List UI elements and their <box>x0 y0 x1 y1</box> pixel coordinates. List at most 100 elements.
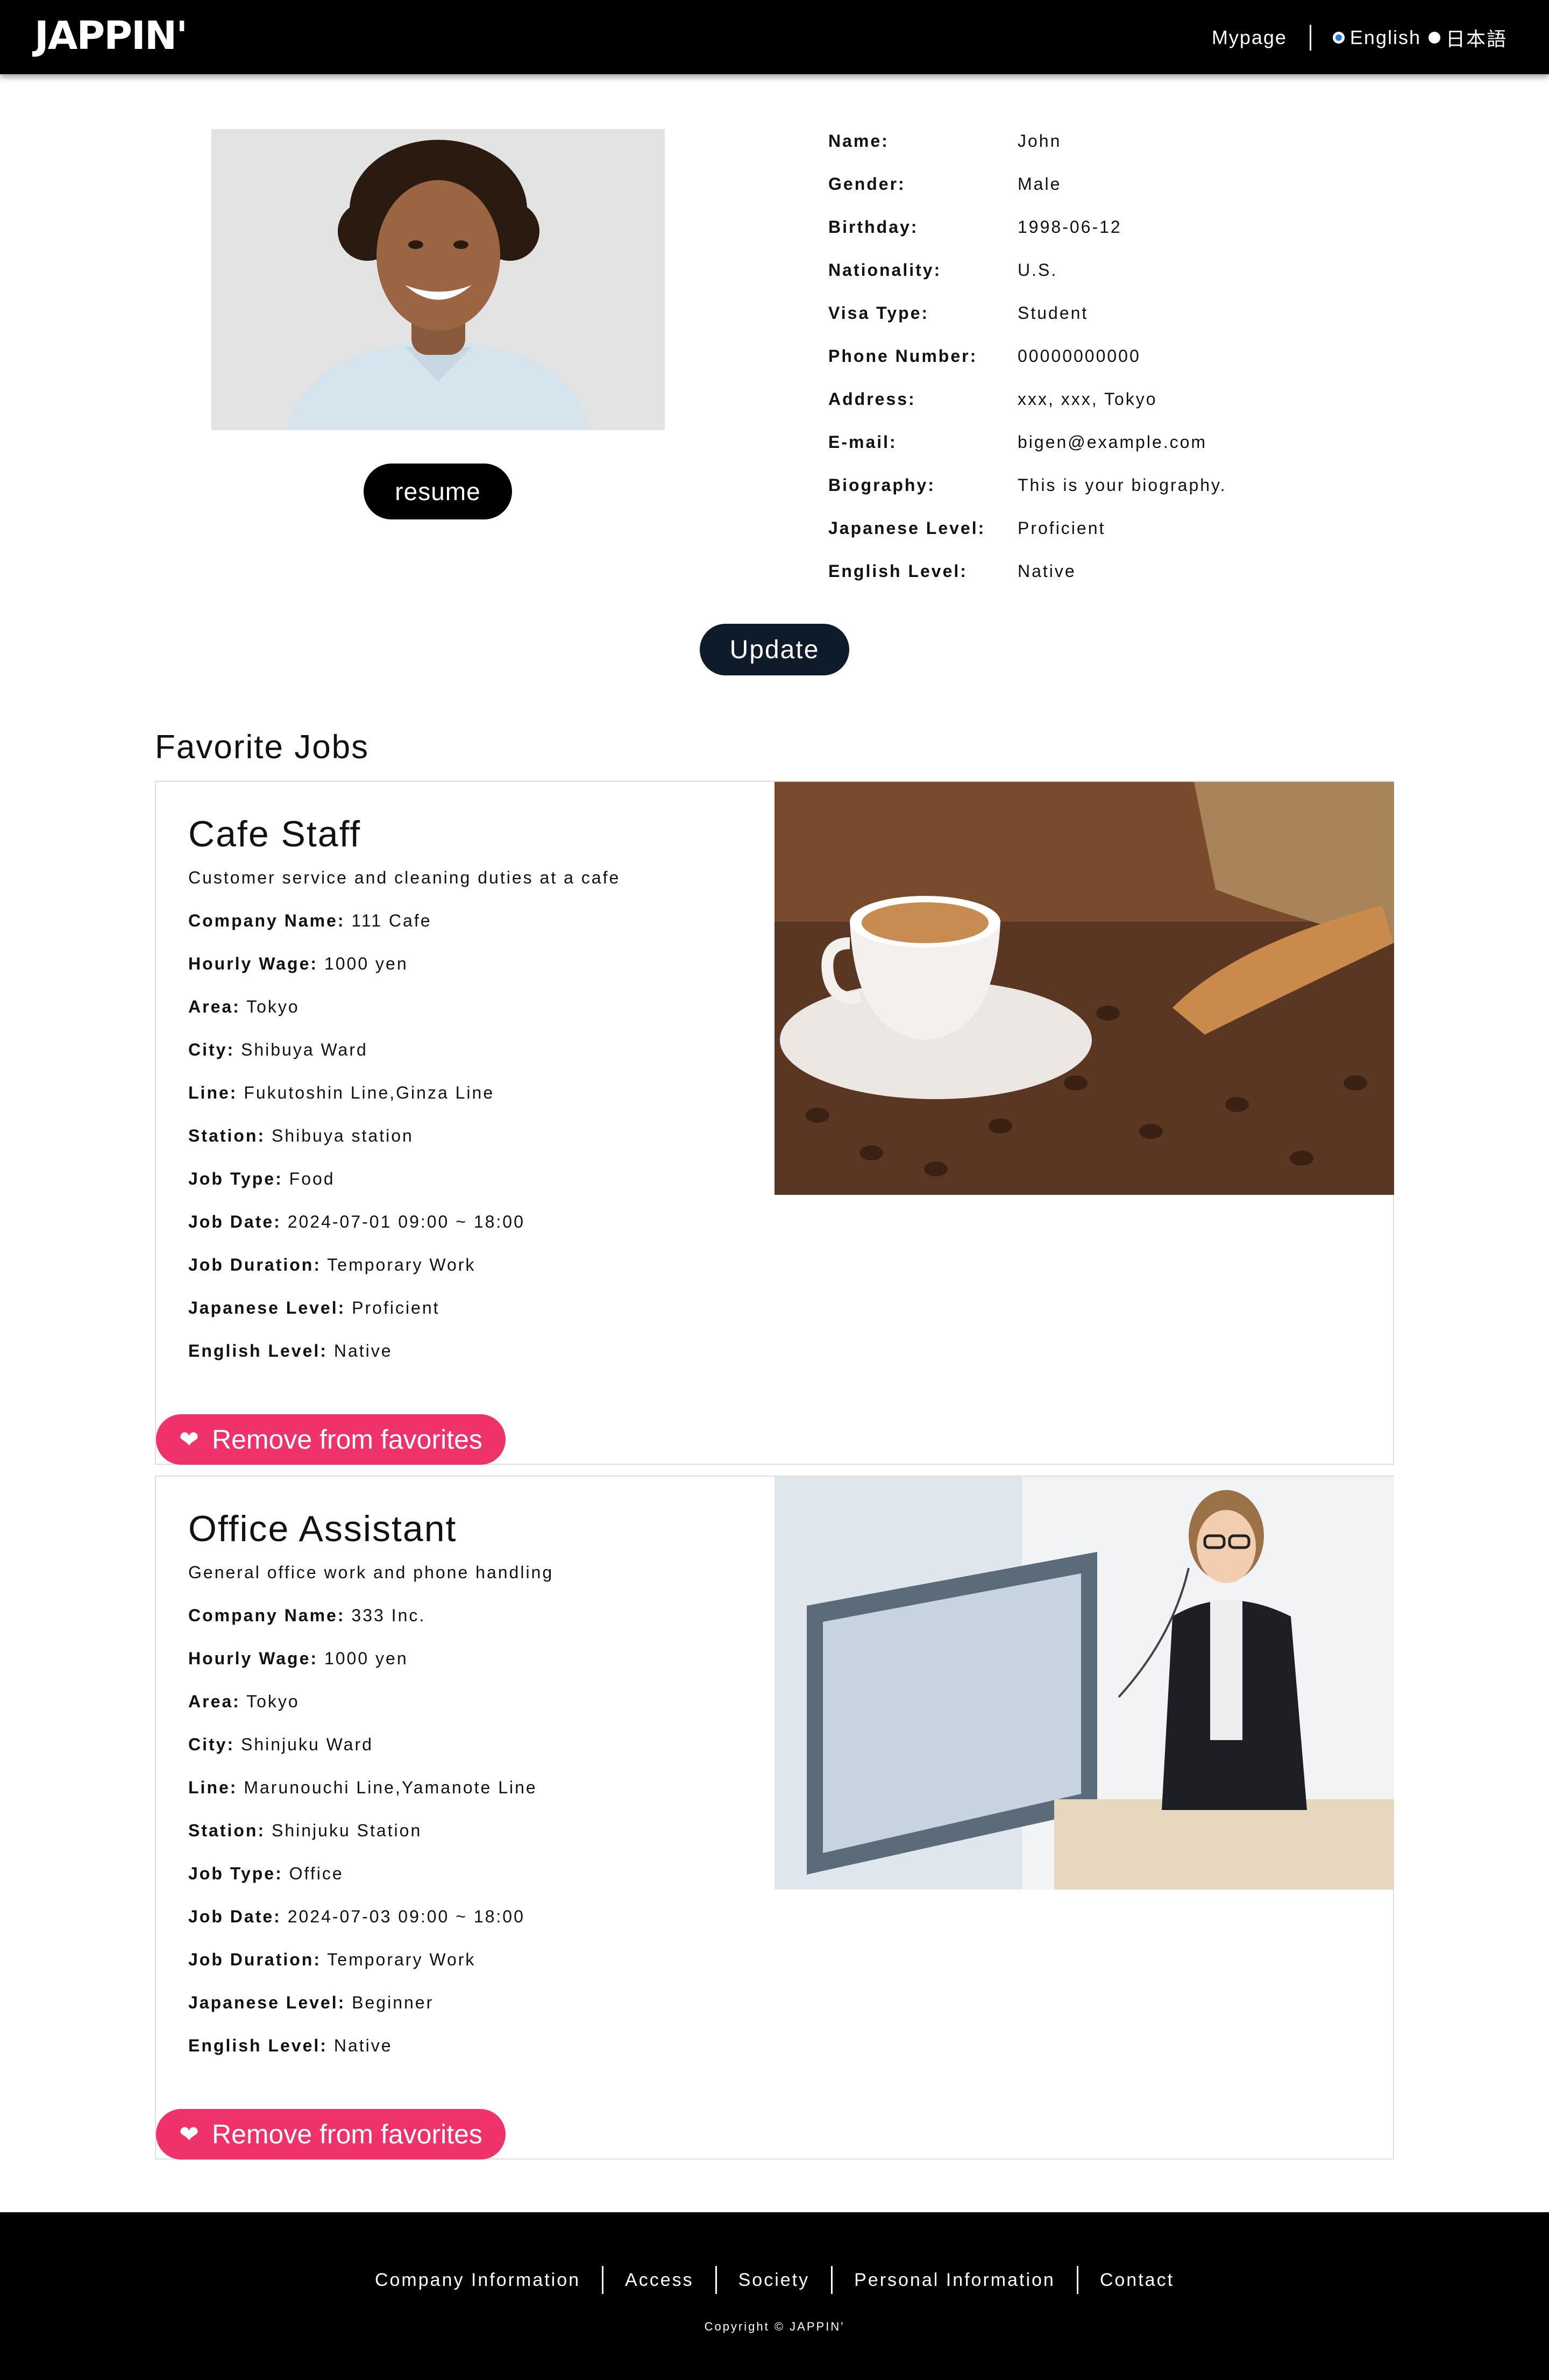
heart-icon: ❤ <box>179 2121 199 2148</box>
info-key: Japanese Level: <box>828 518 986 538</box>
job-description: General office work and phone handling <box>188 1563 554 1582</box>
field-key: Company Name: <box>188 911 345 930</box>
office-worker-illustration <box>774 1477 1394 1890</box>
site-header: JAPPIN' Mypage English 日本語 <box>0 0 1549 74</box>
footer-link-society[interactable]: Society <box>738 2270 810 2291</box>
field-key: Line: <box>188 1083 238 1102</box>
field-value: Shinjuku Ward <box>241 1735 373 1754</box>
job-field: Job Type: Food <box>188 1169 335 1189</box>
job-title: Office Assistant <box>188 1508 457 1549</box>
job-field: Line: Marunouchi Line,Yamanote Line <box>188 1778 537 1798</box>
office-job-image <box>774 1477 1394 1890</box>
header-nav: Mypage English 日本語 <box>1212 22 1515 54</box>
field-key: Job Date: <box>188 1907 281 1926</box>
field-value: Beginner <box>352 1993 434 2012</box>
remove-favorite-button[interactable]: ❤ Remove from favorites <box>156 1414 506 1465</box>
update-button[interactable]: Update <box>700 624 849 675</box>
field-key: Station: <box>188 1126 266 1145</box>
info-value: 00000000000 <box>1018 346 1141 366</box>
field-key: Japanese Level: <box>188 1298 346 1317</box>
field-key: Line: <box>188 1778 238 1797</box>
profile-photo <box>211 129 665 430</box>
remove-favorite-label: Remove from favorites <box>211 1424 482 1455</box>
info-value: John <box>1018 131 1062 151</box>
info-value: Proficient <box>1018 518 1106 538</box>
info-value: U.S. <box>1018 260 1058 280</box>
field-value: Fukutoshin Line,Ginza Line <box>244 1083 495 1102</box>
field-key: Hourly Wage: <box>188 954 318 973</box>
job-field: Job Duration: Temporary Work <box>188 1950 475 1970</box>
job-field: Hourly Wage: 1000 yen <box>188 954 408 974</box>
field-value: 1000 yen <box>324 1649 408 1668</box>
field-value: 333 Inc. <box>351 1606 426 1625</box>
field-value: Temporary Work <box>327 1950 476 1969</box>
copyright-text: Copyright © JAPPIN' <box>704 2320 845 2333</box>
cafe-job-image <box>774 782 1394 1195</box>
info-value: Native <box>1018 561 1076 581</box>
field-key: Hourly Wage: <box>188 1649 318 1668</box>
info-value: bigen@example.com <box>1018 432 1207 452</box>
job-field: Station: Shinjuku Station <box>188 1821 422 1841</box>
field-key: Job Type: <box>188 1864 283 1883</box>
job-field: Job Type: Office <box>188 1864 344 1884</box>
field-value: Native <box>333 2036 393 2055</box>
job-field: Station: Shibuya station <box>188 1126 414 1146</box>
lang-option-japanese[interactable]: 日本語 <box>1428 24 1507 52</box>
nav-divider <box>1309 25 1311 51</box>
job-field: Job Duration: Temporary Work <box>188 1255 475 1275</box>
remove-favorite-button[interactable]: ❤ Remove from favorites <box>156 2109 506 2160</box>
field-key: Job Duration: <box>188 1950 321 1969</box>
footer-link-company-information[interactable]: Company Information <box>375 2270 580 2291</box>
info-value: 1998-06-12 <box>1018 217 1122 237</box>
job-field: City: Shibuya Ward <box>188 1040 368 1060</box>
coffee-cup-illustration <box>774 782 1394 1195</box>
field-value: Tokyo <box>246 997 300 1016</box>
field-value: 1000 yen <box>324 954 408 973</box>
site-logo[interactable]: JAPPIN' <box>34 14 188 57</box>
field-key: Japanese Level: <box>188 1993 346 2012</box>
field-value: Shibuya station <box>271 1126 414 1145</box>
info-value: Male <box>1018 174 1062 194</box>
field-value: Food <box>289 1169 335 1188</box>
job-field: English Level: Native <box>188 2036 393 2056</box>
remove-favorite-label: Remove from favorites <box>211 2119 482 2149</box>
info-key: Name: <box>828 131 889 151</box>
field-value: 111 Cafe <box>351 911 432 930</box>
radio-japanese[interactable] <box>1428 32 1440 44</box>
field-key: Company Name: <box>188 1606 345 1625</box>
info-key: Address: <box>828 389 916 409</box>
footer-divider <box>831 2266 833 2294</box>
info-key: Biography: <box>828 475 935 495</box>
radio-english-selected[interactable] <box>1332 32 1345 44</box>
info-key: English Level: <box>828 561 968 581</box>
footer-link-access[interactable]: Access <box>625 2270 694 2291</box>
info-key: Gender: <box>828 174 906 194</box>
field-value: Proficient <box>352 1298 440 1317</box>
info-value: This is your biography. <box>1018 475 1227 495</box>
job-field: Job Date: 2024-07-03 09:00 ~ 18:00 <box>188 1907 525 1927</box>
lang-japanese-label: 日本語 <box>1445 28 1507 50</box>
lang-option-english[interactable]: English <box>1332 26 1421 49</box>
job-title: Cafe Staff <box>188 814 361 854</box>
footer-link-personal-information[interactable]: Personal Information <box>854 2270 1055 2291</box>
field-key: English Level: <box>188 1341 328 1360</box>
footer-divider <box>715 2266 717 2294</box>
info-key: Phone Number: <box>828 346 978 366</box>
resume-button[interactable]: resume <box>364 464 512 519</box>
info-value: xxx, xxx, Tokyo <box>1018 389 1157 409</box>
info-key: Visa Type: <box>828 303 929 323</box>
site-footer: Company Information Access Society Perso… <box>0 2212 1549 2380</box>
footer-divider <box>1076 2266 1078 2294</box>
job-field: Hourly Wage: 1000 yen <box>188 1649 408 1669</box>
job-field: English Level: Native <box>188 1341 393 1361</box>
footer-link-contact[interactable]: Contact <box>1100 2270 1174 2291</box>
mypage-link[interactable]: Mypage <box>1212 26 1287 49</box>
info-key: E-mail: <box>828 432 897 452</box>
job-field: Area: Tokyo <box>188 997 300 1017</box>
field-value: Native <box>333 1341 393 1360</box>
job-description: Customer service and cleaning duties at … <box>188 868 621 887</box>
info-key: Nationality: <box>828 260 942 280</box>
field-key: Station: <box>188 1821 266 1840</box>
job-card-cafe-staff: Cafe Staff Customer service and cleaning… <box>155 781 1394 1465</box>
job-field: Company Name: 111 Cafe <box>188 911 432 931</box>
